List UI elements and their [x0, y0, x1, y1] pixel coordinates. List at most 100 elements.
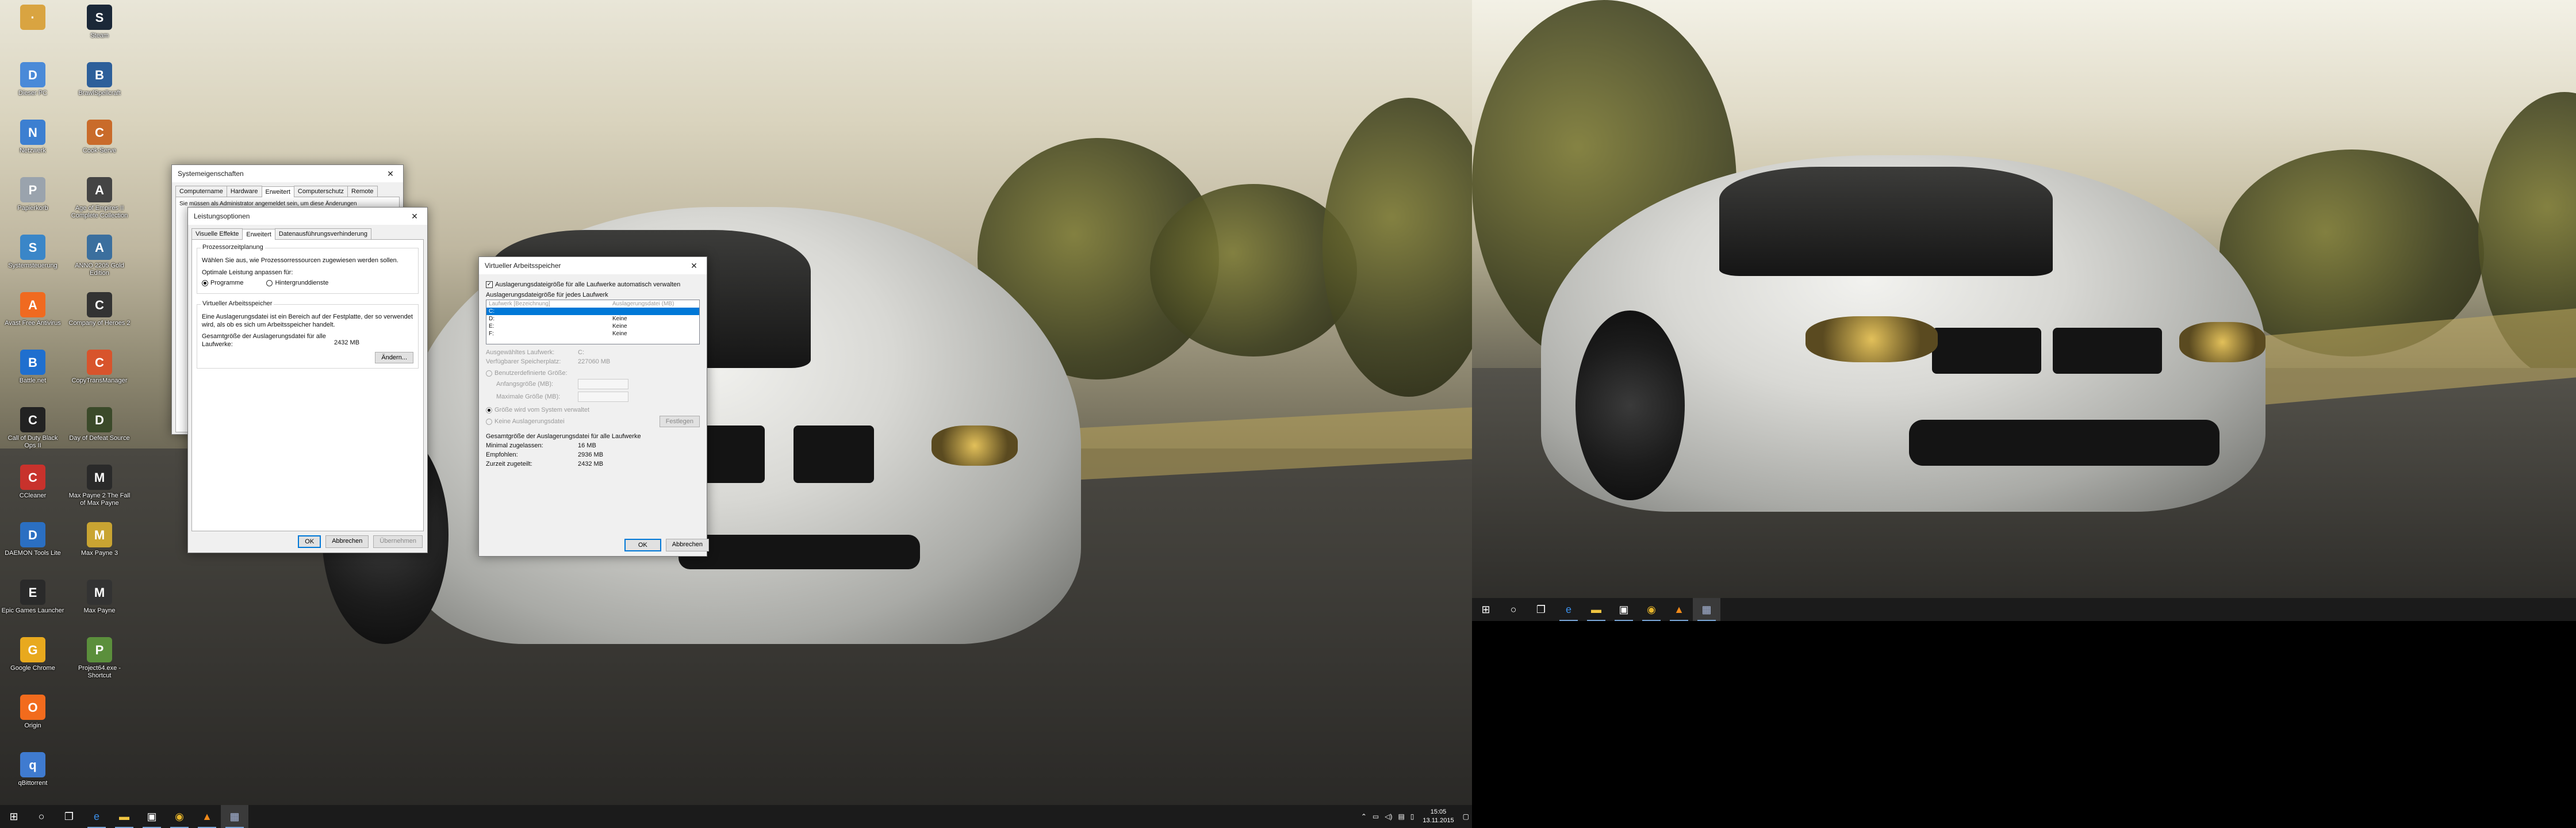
- desktop-icon[interactable]: C Call of Duty Black Ops II: [1, 407, 64, 450]
- computer-icon: D: [20, 62, 45, 87]
- edge-taskbar-icon[interactable]: e: [83, 805, 110, 828]
- desktop-icon[interactable]: D DAEMON Tools Lite: [1, 522, 64, 557]
- close-icon[interactable]: ✕: [681, 257, 707, 274]
- programs-radio[interactable]: [202, 279, 208, 286]
- volume-icon[interactable]: ◁): [1385, 812, 1392, 821]
- drive-list[interactable]: Laufwerk [Bezeichnung] Auslagerungsdatei …: [486, 300, 700, 344]
- apply-button[interactable]: Übernehmen: [373, 535, 423, 548]
- store-taskbar-icon[interactable]: ▣: [138, 805, 166, 828]
- tab-remote[interactable]: Remote: [347, 186, 378, 197]
- drive-paging-size: Keine: [612, 316, 627, 322]
- desktop-icon[interactable]: A Avast Free Antivirus: [1, 292, 64, 327]
- desktop-icon[interactable]: P Project64.exe - Shortcut: [68, 637, 131, 680]
- tab-computerschutz[interactable]: Computerschutz: [293, 186, 348, 197]
- vm-description: Eine Auslagerungsdatei ist ein Bereich a…: [202, 313, 413, 328]
- tab-erweitert[interactable]: Erweitert: [261, 186, 294, 197]
- recycle-bin-icon: P: [20, 177, 45, 202]
- cancel-button[interactable]: Abbrechen: [665, 539, 709, 551]
- desktop-icon[interactable]: C CCleaner: [1, 465, 64, 500]
- set-button[interactable]: Festlegen: [659, 416, 700, 427]
- drive-row[interactable]: C:: [486, 308, 699, 315]
- tab-datenausführungsverhinderung[interactable]: Datenausführungsverhinderung: [274, 228, 371, 239]
- vlc-taskbar-icon[interactable]: ▲: [1665, 598, 1693, 621]
- drive-row[interactable]: F: Keine: [486, 330, 699, 338]
- background-services-radio[interactable]: [266, 279, 273, 286]
- tab-erweitert[interactable]: Erweitert: [242, 229, 275, 240]
- system-taskbar-icon[interactable]: ▦: [1693, 598, 1720, 621]
- desktop-icon[interactable]: C CopyTransManager: [68, 350, 131, 385]
- chrome-taskbar-icon[interactable]: ◉: [1638, 598, 1665, 621]
- battery-icon[interactable]: ▯: [1410, 812, 1414, 821]
- search-button[interactable]: ○: [1500, 598, 1527, 621]
- close-icon[interactable]: ✕: [402, 208, 427, 225]
- selected-drive-label: Ausgewähltes Laufwerk:: [486, 349, 555, 356]
- window-title: Systemeigenschaften: [178, 170, 244, 178]
- desktop-icon[interactable]: A ANNO 2205 Gold Edition: [68, 235, 131, 277]
- desktop-icon[interactable]: ·: [1, 5, 64, 32]
- store-taskbar-icon[interactable]: ▣: [1610, 598, 1638, 621]
- drive-row[interactable]: E: Keine: [486, 323, 699, 330]
- desktop-icon[interactable]: O Origin: [1, 695, 64, 730]
- close-icon[interactable]: ✕: [378, 165, 403, 182]
- chrome-taskbar-icon[interactable]: ◉: [166, 805, 193, 828]
- desktop-icon[interactable]: S Systemsteuerung: [1, 235, 64, 270]
- desktop-icon[interactable]: B Battle.net: [1, 350, 64, 385]
- desktop-icon[interactable]: M Max Payne: [68, 580, 131, 615]
- search-button[interactable]: ○: [28, 805, 55, 828]
- start-button[interactable]: ⊞: [0, 805, 28, 828]
- desktop-icon[interactable]: M Max Payne 3: [68, 522, 131, 557]
- desktop-icon[interactable]: D Dieser PC: [1, 62, 64, 97]
- no-paging-radio[interactable]: [486, 418, 492, 425]
- game-icon: B: [87, 62, 112, 87]
- desktop-icon[interactable]: P Papierkorb: [1, 177, 64, 212]
- cancel-button[interactable]: Abbrechen: [325, 535, 369, 548]
- desktop-icon-label: Avast Free Antivirus: [5, 320, 61, 327]
- system-managed-radio[interactable]: [486, 407, 492, 413]
- system-taskbar-icon[interactable]: ▦: [221, 805, 248, 828]
- virtual-memory-group: Virtueller Arbeitsspeicher Eine Auslager…: [197, 300, 419, 369]
- change-button[interactable]: Ändern...: [375, 352, 413, 363]
- desktop-icon[interactable]: M Max Payne 2 The Fall of Max Payne: [68, 465, 131, 507]
- custom-size-radio[interactable]: [486, 370, 492, 377]
- desktop-icon[interactable]: A Age of Empires II Complete Collection: [68, 177, 131, 220]
- clock[interactable]: 15:05 13.11.2015: [1423, 808, 1454, 825]
- edge-taskbar-icon[interactable]: e: [1555, 598, 1582, 621]
- system-properties-titlebar[interactable]: Systemeigenschaften ✕: [172, 165, 403, 182]
- desktop-icon[interactable]: B BrawlSpellcraft: [68, 62, 131, 97]
- game-icon: C: [87, 120, 112, 145]
- ok-button[interactable]: OK: [624, 539, 661, 551]
- desktop-icon[interactable]: S Steam: [68, 5, 131, 40]
- desktop-icon[interactable]: G Google Chrome: [1, 637, 64, 672]
- start-button[interactable]: ⊞: [1472, 598, 1500, 621]
- task-view-button[interactable]: ❐: [1527, 598, 1555, 621]
- auto-manage-checkbox[interactable]: ✓: [486, 281, 493, 288]
- tab-visuelle-effekte[interactable]: Visuelle Effekte: [191, 228, 243, 239]
- desktop-icon[interactable]: C Company of Heroes 2: [68, 292, 131, 327]
- desktop-icon[interactable]: D Day of Defeat Source: [68, 407, 131, 442]
- drive-row[interactable]: D: Keine: [486, 315, 699, 323]
- explorer-taskbar-icon[interactable]: ▬: [110, 805, 138, 828]
- car-grille: [793, 425, 874, 483]
- language-icon[interactable]: ▤: [1398, 812, 1404, 821]
- task-view-button[interactable]: ❐: [55, 805, 83, 828]
- desktop-right: ⊞ ○ ❐ e ▬ ▣ ◉ ▲ ▦: [1472, 0, 2576, 621]
- notification-icon[interactable]: ▢: [1463, 812, 1469, 821]
- desktop-icon[interactable]: N Netzwerk: [1, 120, 64, 155]
- virtual-memory-titlebar[interactable]: Virtueller Arbeitsspeicher ✕: [479, 257, 707, 274]
- desktop-icon[interactable]: q qBittorrent: [1, 752, 64, 787]
- explorer-taskbar-icon[interactable]: ▬: [1582, 598, 1610, 621]
- max-size-input[interactable]: [578, 392, 628, 402]
- ccleaner-icon: C: [20, 465, 45, 490]
- tab-hardware[interactable]: Hardware: [226, 186, 262, 197]
- initial-size-input[interactable]: [578, 379, 628, 389]
- performance-options-titlebar[interactable]: Leistungsoptionen ✕: [188, 208, 427, 225]
- desktop-icon[interactable]: C Cook-Serve: [68, 120, 131, 155]
- desktop-icon[interactable]: E Epic Games Launcher: [1, 580, 64, 615]
- ok-button[interactable]: OK: [298, 535, 321, 548]
- tab-computername[interactable]: Computername: [175, 186, 227, 197]
- chevron-up-icon[interactable]: ⌃: [1361, 812, 1367, 821]
- vlc-taskbar-icon[interactable]: ▲: [193, 805, 221, 828]
- network-icon[interactable]: ▭: [1373, 812, 1379, 821]
- drive-letter: C:: [489, 308, 494, 315]
- desktop-icon-label: Cook-Serve: [82, 147, 117, 154]
